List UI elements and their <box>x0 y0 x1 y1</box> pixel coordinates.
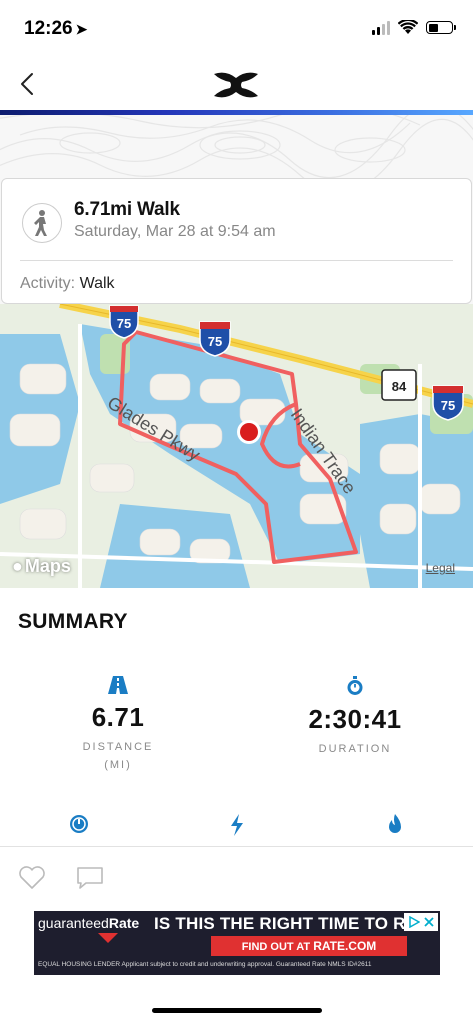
nav-bar <box>0 58 473 110</box>
ad-close-button[interactable] <box>404 913 438 931</box>
walk-icon <box>22 203 62 243</box>
svg-text:75: 75 <box>208 334 222 349</box>
ad-cta-site: RATE.COM <box>313 939 377 953</box>
back-chevron-icon[interactable] <box>16 70 40 98</box>
ad-banner[interactable]: guaranteedRate IS THIS THE RIGHT TIME TO… <box>34 911 440 975</box>
card-divider <box>20 260 453 261</box>
distance-value: 6.71 <box>91 702 145 732</box>
activity-type: Activity: Walk <box>20 275 115 293</box>
ad-brand-right: Rate <box>108 915 140 931</box>
state-route-shield-icon: 84 <box>381 369 417 401</box>
distance-label: DISTANCE <box>82 741 154 753</box>
activity-title: 6.71mi Walk <box>74 199 180 220</box>
maps-brand-text: Maps <box>24 556 71 576</box>
home-indicator[interactable] <box>152 1008 322 1013</box>
duration-label: DURATION <box>318 743 392 755</box>
social-actions <box>18 866 104 890</box>
battery-icon <box>426 21 456 34</box>
svg-text:84: 84 <box>392 379 407 394</box>
distance-stat: 6.71 DISTANCE (MI) <box>18 676 218 771</box>
ad-fine-print: EQUAL HOUSING LENDER Applicant subject t… <box>38 961 372 968</box>
activity-type-value: Walk <box>79 275 115 292</box>
apple-maps-label: ● Maps <box>12 556 71 577</box>
route-map[interactable]: Glades Pkwy Indian Trace 75 75 75 84 <box>0 304 473 588</box>
flame-icon[interactable] <box>387 814 403 836</box>
stat-category-icons <box>0 814 473 842</box>
legal-link[interactable]: Legal <box>426 561 455 575</box>
ad-arrow-icon <box>98 933 118 943</box>
pace-gauge-icon[interactable] <box>69 814 89 834</box>
svg-text:75: 75 <box>117 316 131 331</box>
interstate-shield-icon: 75 <box>109 305 139 339</box>
ad-cta-button[interactable]: FIND OUT AT RATE.COM <box>211 936 407 956</box>
status-time-text: 12:26 <box>24 18 73 39</box>
comment-bubble-icon[interactable] <box>76 866 104 890</box>
cellular-signal-icon <box>372 20 390 35</box>
activity-type-label: Activity: <box>20 275 76 292</box>
adchoices-icon <box>409 916 420 928</box>
ad-cta-prefix: FIND OUT AT <box>241 941 314 953</box>
road-icon <box>108 676 128 694</box>
svg-text:75: 75 <box>441 398 455 413</box>
wifi-icon <box>398 20 418 34</box>
like-heart-icon[interactable] <box>18 866 46 890</box>
duration-stat: 2:30:41 DURATION <box>255 676 455 755</box>
duration-value: 2:30:41 <box>308 704 402 734</box>
activity-card: 6.71mi Walk Saturday, Mar 28 at 9:54 am … <box>1 178 472 304</box>
ad-brand: guaranteedRate <box>38 915 139 931</box>
activity-date: Saturday, Mar 28 at 9:54 am <box>74 223 276 240</box>
stopwatch-icon <box>347 676 363 695</box>
location-arrow-icon: ➤ <box>75 21 88 37</box>
interstate-shield-icon: 75 <box>199 321 231 357</box>
lightning-icon[interactable] <box>229 814 245 836</box>
section-divider <box>0 846 473 847</box>
status-icons <box>372 20 456 35</box>
interstate-shield-icon: 75 <box>432 385 464 421</box>
apple-logo-icon: ● <box>12 556 23 576</box>
ad-brand-left: guaranteed <box>38 915 109 931</box>
under-armour-logo-icon <box>214 72 258 98</box>
distance-unit: (MI) <box>104 759 132 771</box>
status-time: 12:26 ➤ <box>24 18 87 40</box>
status-bar: 12:26 ➤ <box>0 0 473 58</box>
ad-headline: IS THIS THE RIGHT TIME TO R <box>154 914 406 933</box>
close-icon <box>424 917 434 927</box>
summary-heading: SUMMARY <box>18 610 128 633</box>
